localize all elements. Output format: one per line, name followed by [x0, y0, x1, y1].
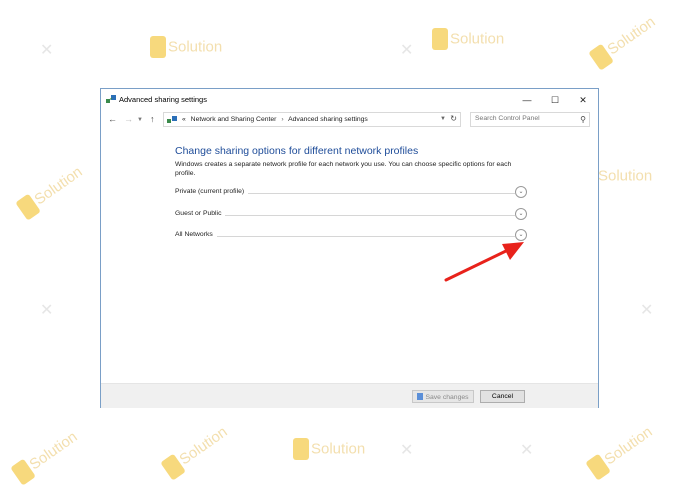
save-changes-label: Save changes [425, 393, 469, 401]
watermark-cross: ✕ [400, 42, 414, 59]
breadcrumb-network-and-sharing-center[interactable]: Network and Sharing Center [191, 116, 277, 123]
page-description: Windows creates a separate network profi… [175, 161, 512, 177]
watermark-logo: Solution [15, 161, 87, 221]
breadcrumb-prefix[interactable]: « [182, 116, 186, 123]
close-button[interactable]: ✕ [572, 92, 594, 108]
window-title: Advanced sharing settings [119, 95, 207, 104]
section-private-profile[interactable]: Private (current profile) ⌄ [175, 186, 527, 200]
chevron-down-icon[interactable]: ⌄ [515, 186, 527, 198]
watermark-logo: Solution [585, 421, 657, 481]
recent-locations-chevron-icon[interactable]: ▼ [137, 117, 143, 123]
address-dropdown-icon[interactable]: ▼ [440, 116, 446, 122]
watermark-logo: Solution [150, 36, 222, 58]
title-bar: Advanced sharing settings — ☐ ✕ [101, 89, 598, 111]
annotation-arrow-icon [444, 242, 524, 282]
watermark-cross: ✕ [400, 442, 414, 459]
watermark-cross: ✕ [640, 302, 654, 319]
watermark-logo: Solution [160, 421, 232, 481]
watermark-logo: Solution [432, 28, 504, 50]
search-box[interactable]: ⚲ [470, 112, 590, 127]
section-label: Private (current profile) [175, 188, 249, 195]
minimize-button[interactable]: — [516, 92, 538, 108]
back-arrow-icon[interactable]: ← [108, 114, 117, 124]
watermark-logo: Solution [10, 426, 82, 486]
watermark-logo: Solution [588, 11, 660, 71]
dialog-footer: Save changes Cancel [101, 383, 598, 408]
section-guest-or-public[interactable]: Guest or Public ⌄ [175, 208, 527, 222]
network-icon [106, 95, 116, 103]
chevron-down-icon[interactable]: ⌄ [515, 208, 527, 220]
section-label: All Networks [175, 231, 217, 238]
address-field[interactable]: « Network and Sharing Center › Advanced … [163, 112, 461, 127]
page-title: Change sharing options for different net… [175, 145, 419, 157]
watermark-cross: ✕ [40, 42, 54, 59]
search-icon[interactable]: ⚲ [580, 115, 586, 124]
breadcrumb-separator: › [281, 116, 284, 123]
breadcrumb-advanced-sharing-settings[interactable]: Advanced sharing settings [288, 116, 368, 123]
refresh-icon[interactable]: ↻ [450, 114, 457, 123]
up-arrow-icon[interactable]: ↑ [150, 114, 155, 124]
section-divider [175, 215, 515, 216]
section-label: Guest or Public [175, 210, 226, 217]
network-icon [167, 116, 177, 123]
shield-icon [417, 392, 424, 400]
maximize-button[interactable]: ☐ [544, 92, 566, 108]
watermark-logo: Solution [293, 438, 365, 460]
section-divider [175, 236, 515, 237]
address-bar: ← → ▼ ↑ « Network and Sharing Center › A… [101, 111, 598, 129]
forward-arrow-icon[interactable]: → [124, 114, 133, 124]
cancel-button[interactable]: Cancel [480, 390, 525, 403]
search-input[interactable] [475, 115, 571, 122]
watermark-cross: ✕ [40, 302, 54, 319]
breadcrumb: « Network and Sharing Center › Advanced … [182, 116, 368, 123]
save-changes-button[interactable]: Save changes [412, 390, 474, 403]
watermark-cross: ✕ [520, 442, 534, 459]
